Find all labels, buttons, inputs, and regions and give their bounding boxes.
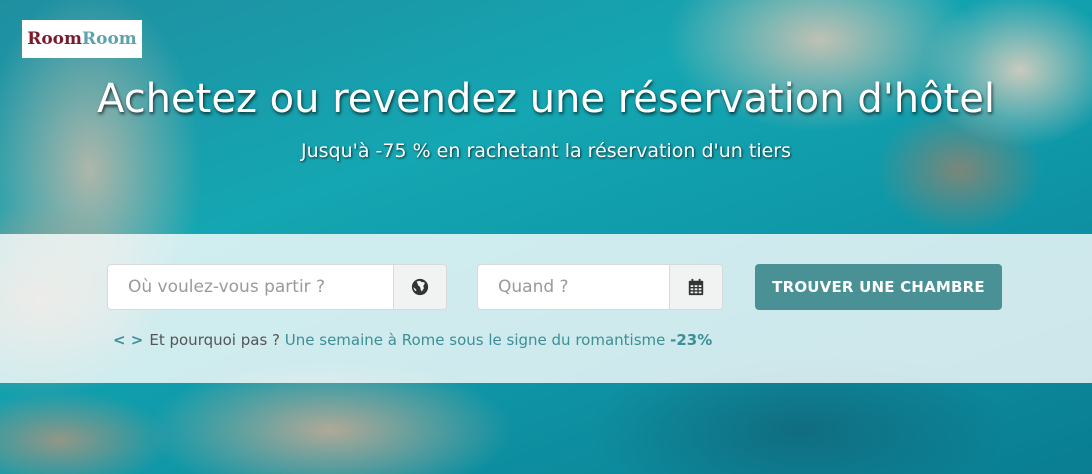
- date-field[interactable]: Quand ?: [477, 264, 723, 310]
- brand-logo-part2: Room: [82, 29, 137, 49]
- suggestion-prefix: Et pourquoi pas ?: [149, 331, 280, 349]
- hero-title: Achetez ou revendez une réservation d'hô…: [97, 76, 995, 122]
- brand-logo[interactable]: Room Room: [22, 20, 142, 58]
- destination-field[interactable]: Où voulez-vous partir ?: [107, 264, 447, 310]
- destination-input[interactable]: Où voulez-vous partir ?: [108, 277, 393, 297]
- suggestion-arrows[interactable]: < >: [113, 331, 143, 349]
- globe-icon[interactable]: [393, 265, 446, 309]
- date-input[interactable]: Quand ?: [478, 277, 669, 297]
- suggestion-discount: -23%: [670, 331, 713, 349]
- suggestion-line: < > Et pourquoi pas ? Une semaine à Rome …: [113, 331, 712, 349]
- brand-logo-part1: Room: [27, 29, 82, 49]
- suggestion-link[interactable]: Une semaine à Rome sous le signe du roma…: [285, 331, 666, 349]
- calendar-icon[interactable]: [669, 265, 722, 309]
- find-room-button[interactable]: TROUVER UNE CHAMBRE: [755, 264, 1002, 310]
- hero-subtitle: Jusqu'à -75 % en rachetant la réservatio…: [300, 140, 792, 162]
